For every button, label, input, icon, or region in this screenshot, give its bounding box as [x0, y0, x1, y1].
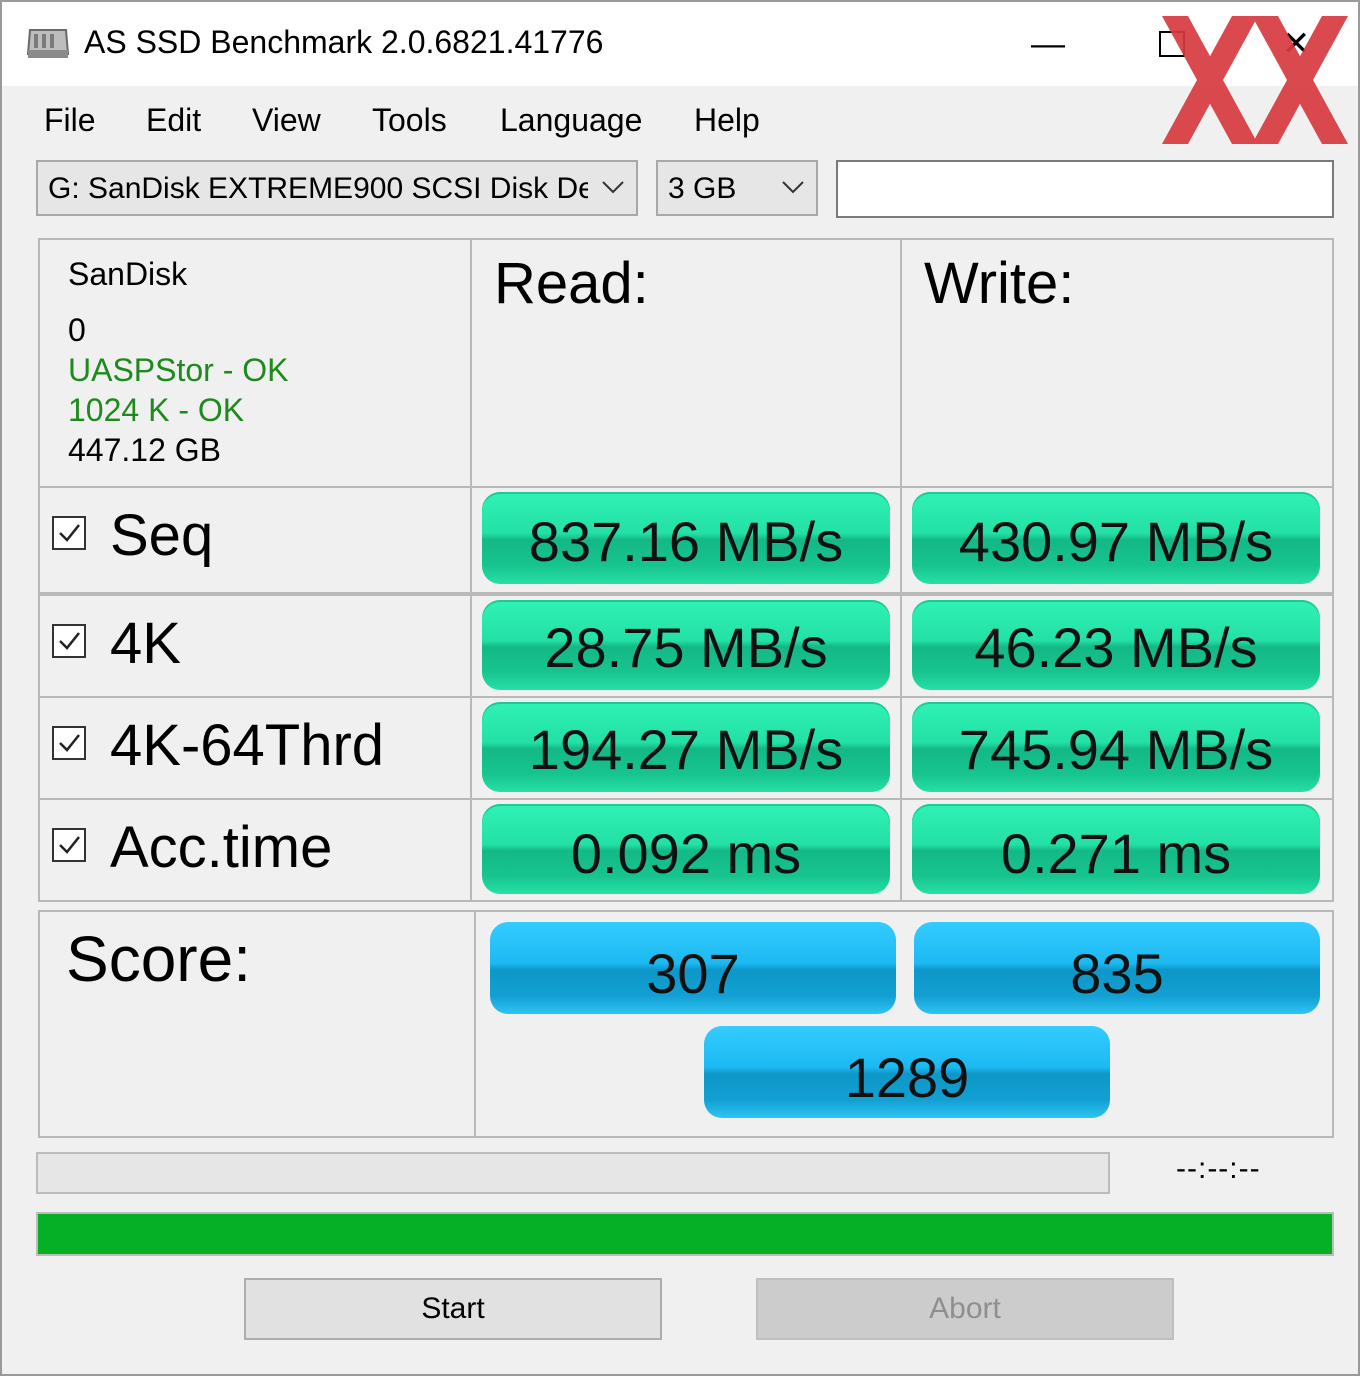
seq-read-value: 837.16 MB/s — [528, 510, 844, 573]
acctime-checkbox[interactable] — [52, 828, 86, 862]
row-4k-read-cell: 28.75 MB/s — [470, 594, 902, 698]
score-read-value: 307 — [646, 942, 740, 1005]
driver-status: UASPStor - OK — [68, 352, 289, 388]
4k64-read-result: 194.27 MB/s — [482, 702, 890, 792]
4k-read-value: 28.75 MB/s — [544, 616, 828, 679]
abort-button[interactable]: Abort — [756, 1278, 1174, 1340]
score-write: 835 — [914, 922, 1320, 1014]
seq-checkbox[interactable] — [52, 516, 86, 550]
row-acctime-write-cell: 0.271 ms — [900, 798, 1334, 902]
4k-read-result: 28.75 MB/s — [482, 600, 890, 690]
write-header-cell: Write: — [900, 238, 1334, 488]
row-acctime-label: Acc.time — [38, 798, 472, 902]
4k-write-value: 46.23 MB/s — [974, 616, 1258, 679]
score-write-value: 835 — [1070, 942, 1164, 1005]
menu-bar: File Edit View Tools Language Help — [2, 88, 1358, 150]
overall-progress-fill — [38, 1214, 1332, 1254]
write-header: Write: — [924, 251, 1075, 316]
4k64-label: 4K-64Thrd — [110, 713, 385, 778]
chevron-down-icon — [602, 181, 624, 194]
menu-help[interactable]: Help — [694, 98, 760, 143]
window-title: AS SSD Benchmark 2.0.6821.41776 — [84, 24, 604, 60]
score-read: 307 — [490, 922, 896, 1014]
score-label: Score: — [66, 923, 251, 995]
4k-write-result: 46.23 MB/s — [912, 600, 1320, 690]
4k64-checkbox[interactable] — [52, 726, 86, 760]
drive-info-panel: SanDisk 0 UASPStor - OK 1024 K - OK 447.… — [38, 238, 472, 488]
read-header: Read: — [494, 251, 649, 316]
row-4k64-write-cell: 745.94 MB/s — [900, 696, 1334, 800]
acctime-write-value: 0.271 ms — [1000, 822, 1232, 885]
row-seq-label: Seq — [38, 486, 472, 594]
row-4k64-label: 4K-64Thrd — [38, 696, 472, 800]
checkmark-icon — [59, 524, 80, 542]
alignment-status: 1024 K - OK — [68, 392, 245, 428]
size-select[interactable]: 3 GB — [656, 160, 818, 216]
seq-write-value: 430.97 MB/s — [958, 510, 1274, 573]
acctime-write-result: 0.271 ms — [912, 804, 1320, 894]
menu-language[interactable]: Language — [500, 98, 642, 143]
checkmark-icon — [59, 836, 80, 854]
drive-capacity: 447.12 GB — [68, 432, 221, 468]
menu-view[interactable]: View — [252, 98, 321, 143]
drive-icon — [26, 29, 70, 58]
seq-write-result: 430.97 MB/s — [912, 492, 1320, 584]
row-seq-read-cell: 837.16 MB/s — [470, 486, 902, 594]
app-window: AS SSD Benchmark 2.0.6821.41776 — ✕ File… — [0, 0, 1360, 1376]
4k64-read-value: 194.27 MB/s — [528, 718, 844, 781]
drive-vendor: SanDisk — [68, 256, 188, 292]
checkmark-icon — [59, 734, 80, 752]
4k-label: 4K — [110, 611, 181, 676]
seq-label: Seq — [110, 503, 214, 568]
start-button[interactable]: Start — [244, 1278, 662, 1340]
drive-select[interactable]: G: SanDisk EXTREME900 SCSI Disk Device — [36, 160, 638, 216]
checkmark-icon — [59, 632, 80, 650]
score-total-value: 1289 — [844, 1046, 970, 1109]
row-seq-write-cell: 430.97 MB/s — [900, 486, 1334, 594]
menu-file[interactable]: File — [44, 98, 96, 143]
minimize-button[interactable]: — — [988, 2, 1108, 86]
elapsed-time: --:--:-- — [1176, 1152, 1261, 1185]
row-4k64-read-cell: 194.27 MB/s — [470, 696, 902, 800]
score-divider — [474, 912, 476, 1136]
row-acctime-read-cell: 0.092 ms — [470, 798, 902, 902]
row-4k-label: 4K — [38, 594, 472, 698]
overall-progress-bar — [36, 1212, 1334, 1256]
score-total: 1289 — [704, 1026, 1110, 1118]
benchmark-progress-bar — [36, 1152, 1110, 1194]
status-textbox[interactable] — [836, 160, 1334, 218]
seq-read-result: 837.16 MB/s — [482, 492, 890, 584]
acctime-label: Acc.time — [110, 815, 333, 880]
menu-tools[interactable]: Tools — [372, 98, 447, 143]
drive-firmware: 0 — [68, 312, 86, 348]
title-bar: AS SSD Benchmark 2.0.6821.41776 — ✕ — [2, 2, 1358, 144]
4k64-write-value: 745.94 MB/s — [958, 718, 1274, 781]
size-select-value: 3 GB — [668, 172, 737, 205]
4k-checkbox[interactable] — [52, 624, 86, 658]
row-4k-write-cell: 46.23 MB/s — [900, 594, 1334, 698]
menu-edit[interactable]: Edit — [146, 98, 201, 143]
4k64-write-result: 745.94 MB/s — [912, 702, 1320, 792]
acctime-read-result: 0.092 ms — [482, 804, 890, 894]
read-header-cell: Read: — [470, 238, 902, 488]
results-grid: SanDisk 0 UASPStor - OK 1024 K - OK 447.… — [38, 238, 1334, 902]
score-panel: Score: 307 835 1289 — [38, 910, 1334, 1138]
acctime-read-value: 0.092 ms — [570, 822, 802, 885]
chevron-down-icon — [782, 181, 804, 194]
drive-select-value: G: SanDisk EXTREME900 SCSI Disk Device — [48, 172, 588, 205]
